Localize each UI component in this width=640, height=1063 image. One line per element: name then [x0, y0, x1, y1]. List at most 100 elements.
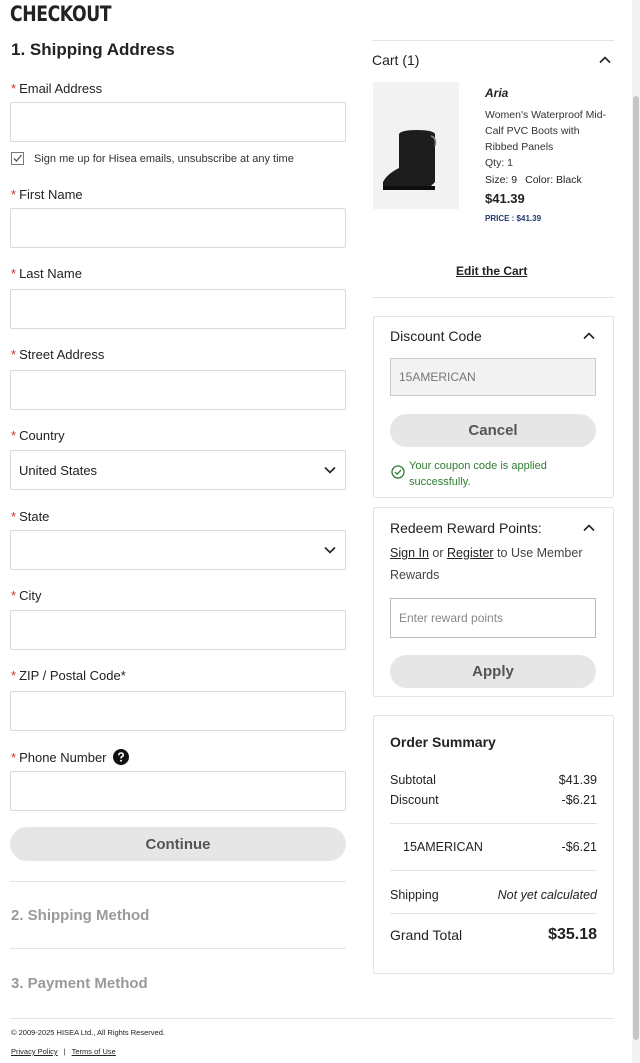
discount-label: Discount	[390, 793, 439, 807]
chevron-up-icon[interactable]	[598, 53, 612, 67]
street-address-label: * Street Address	[11, 347, 104, 362]
first-name-field[interactable]	[10, 208, 346, 248]
city-field[interactable]	[10, 610, 346, 650]
grand-total-value: $35.18	[548, 926, 597, 943]
shipping-row: Shipping Not yet calculated	[390, 888, 597, 902]
product-name[interactable]: Women's Waterproof Mid-Calf PVC Boots wi…	[485, 107, 613, 155]
divider	[390, 823, 597, 824]
product-brand[interactable]: Aria	[485, 86, 508, 100]
continue-button[interactable]: Continue	[10, 827, 346, 861]
country-select-value: United States	[19, 462, 98, 478]
sign-in-link[interactable]: Sign In	[390, 546, 429, 560]
reward-header[interactable]: Redeem Reward Points:	[390, 520, 596, 536]
help-question-icon[interactable]	[112, 749, 129, 765]
page-title: CHECKOUT	[10, 2, 112, 26]
email-label-text: Email Address	[19, 81, 103, 96]
last-name-label-text: Last Name	[19, 266, 82, 281]
terms-of-use-link[interactable]: Terms of Use	[72, 1047, 116, 1056]
checkbox-checked-icon[interactable]	[11, 152, 24, 165]
reward-heading: Redeem Reward Points:	[390, 520, 542, 536]
edit-cart-link[interactable]: Edit the Cart	[456, 264, 527, 278]
newsletter-checkbox-row[interactable]: Sign me up for Hisea emails, unsubscribe…	[11, 152, 294, 165]
divider	[390, 913, 597, 914]
divider	[390, 870, 597, 871]
required-mark: *	[11, 588, 17, 603]
discount-heading: Discount Code	[390, 328, 482, 344]
copyright-text: © 2009-2025 HISEA Ltd., All Rights Reser…	[11, 1028, 165, 1037]
email-label: * Email Address	[11, 81, 102, 96]
first-name-label-text: First Name	[19, 187, 83, 202]
subtotal-label: Subtotal	[390, 773, 436, 787]
shipping-address-heading: 1. Shipping Address	[11, 40, 175, 59]
cart-heading: Cart (1)	[372, 52, 420, 68]
apply-reward-button[interactable]: Apply	[390, 655, 596, 688]
chevron-up-icon[interactable]	[582, 329, 596, 343]
chevron-down-icon	[324, 466, 336, 474]
footer-links: Privacy Policy | Terms of Use	[11, 1047, 116, 1056]
shipping-label: Shipping	[390, 888, 439, 902]
discount-value: -$6.21	[561, 793, 597, 807]
phone-label-text: Phone Number	[19, 749, 107, 765]
grand-total-row: Grand Total $35.18	[390, 926, 597, 944]
last-name-field[interactable]	[10, 289, 346, 329]
phone-label: * Phone Number	[11, 749, 129, 765]
street-label-text: Street Address	[19, 347, 105, 362]
coupon-code-value: -$6.21	[561, 840, 597, 854]
product-size: Size: 9	[485, 174, 518, 186]
required-mark: *	[11, 509, 17, 524]
product-variant: Size: 9 Color: Black	[485, 174, 582, 186]
divider	[10, 948, 346, 949]
cart-header[interactable]: Cart (1)	[372, 52, 612, 68]
city-label: * City	[11, 588, 41, 603]
divider	[10, 881, 346, 882]
order-summary-heading: Order Summary	[390, 734, 496, 750]
check-circle-icon	[391, 465, 405, 479]
product-qty: Qty: 1	[485, 157, 514, 169]
required-mark: *	[11, 187, 17, 202]
required-mark: *	[11, 347, 17, 362]
required-mark: *	[11, 266, 17, 281]
state-label: * State	[11, 509, 49, 524]
grand-total-label: Grand Total	[390, 927, 463, 943]
product-color: Color: Black	[525, 174, 582, 186]
product-price-tag: PRICE : $41.39	[485, 214, 542, 223]
state-select[interactable]	[10, 530, 346, 570]
product-price: $41.39	[485, 191, 525, 206]
coupon-row: 15AMERICAN -$6.21	[403, 840, 597, 854]
reward-or: or	[432, 546, 444, 560]
discount-code-input[interactable]: 15AMERICAN	[390, 358, 596, 396]
reward-points-input[interactable]: Enter reward points	[390, 598, 596, 638]
register-link[interactable]: Register	[447, 546, 494, 560]
privacy-policy-link[interactable]: Privacy Policy	[11, 1047, 58, 1056]
shipping-method-heading[interactable]: 2. Shipping Method	[11, 907, 149, 924]
country-label-text: Country	[19, 428, 65, 443]
email-field[interactable]	[10, 102, 346, 142]
subtotal-value: $41.39	[558, 773, 597, 787]
phone-field[interactable]	[10, 771, 346, 811]
divider	[372, 297, 614, 298]
street-address-field[interactable]	[10, 370, 346, 410]
payment-method-heading[interactable]: 3. Payment Method	[11, 975, 148, 992]
cancel-discount-button[interactable]: Cancel	[390, 414, 596, 447]
chevron-down-icon	[324, 546, 336, 554]
zip-field[interactable]	[10, 691, 346, 731]
zip-label-text: ZIP / Postal Code*	[19, 668, 126, 683]
last-name-label: * Last Name	[11, 266, 82, 281]
zip-label: * ZIP / Postal Code*	[11, 668, 126, 683]
chevron-up-icon[interactable]	[582, 521, 596, 535]
divider	[372, 40, 614, 41]
success-text: Your coupon code is applied successfully…	[409, 460, 547, 488]
state-label-text: State	[19, 509, 50, 524]
shipping-value: Not yet calculated	[497, 888, 597, 902]
discount-header[interactable]: Discount Code	[390, 328, 596, 344]
required-mark: *	[11, 428, 17, 443]
required-mark: *	[11, 81, 17, 96]
city-label-text: City	[19, 588, 42, 603]
discount-row: Discount -$6.21	[390, 793, 597, 807]
scrollbar-thumb[interactable]	[633, 96, 639, 1040]
required-mark: *	[11, 749, 17, 765]
footer-divider	[10, 1018, 614, 1019]
product-image[interactable]	[373, 82, 459, 209]
first-name-label: * First Name	[11, 187, 83, 202]
country-select[interactable]: United States	[10, 450, 346, 490]
